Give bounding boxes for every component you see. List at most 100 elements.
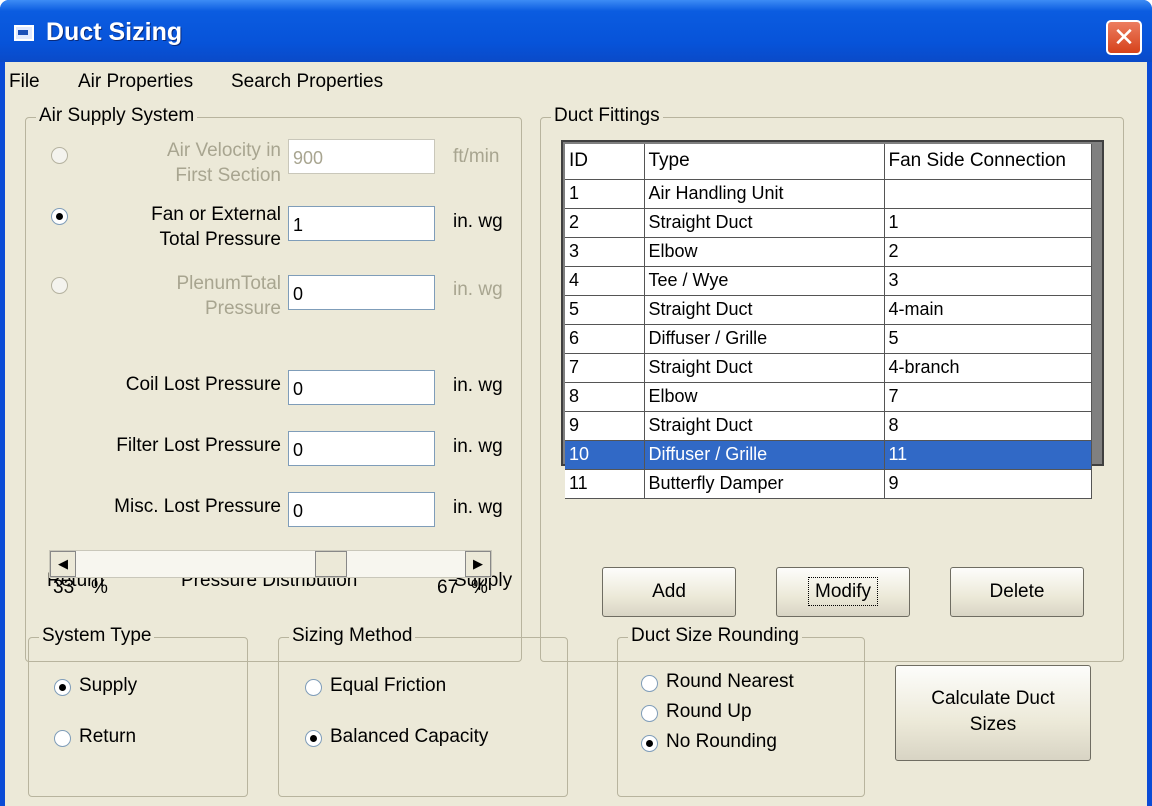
cell-fan-side-connection[interactable]: 5: [884, 324, 1092, 354]
return-radio-label[interactable]: Return: [79, 726, 136, 748]
filter-loss-input[interactable]: 0: [288, 431, 435, 466]
fan-pressure-unit: in. wg: [453, 211, 503, 232]
velocity-input[interactable]: 900: [288, 139, 435, 174]
plenum-pressure-input[interactable]: 0: [288, 275, 435, 310]
add-button[interactable]: Add: [602, 567, 736, 617]
cell-type[interactable]: Straight Duct: [644, 208, 885, 238]
column-header-fan-side-connection[interactable]: Fan Side Connection: [884, 144, 1092, 180]
coil-loss-input[interactable]: 0: [288, 370, 435, 405]
cell-id[interactable]: 8: [565, 382, 645, 412]
modify-button-label: Modify: [808, 577, 878, 606]
equal-friction-radio[interactable]: [305, 679, 322, 696]
calculate-duct-sizes-button[interactable]: Calculate Duct Sizes: [895, 665, 1091, 761]
cell-id[interactable]: 6: [565, 324, 645, 354]
cell-type[interactable]: Diffuser / Grille: [644, 324, 885, 354]
cell-type[interactable]: Elbow: [644, 382, 885, 412]
cell-type[interactable]: Butterfly Damper: [644, 469, 885, 499]
return-radio[interactable]: [54, 730, 71, 747]
cell-fan-side-connection[interactable]: 11: [884, 440, 1092, 470]
delete-button[interactable]: Delete: [950, 567, 1084, 617]
fittings-table: ID Type Fan Side Connection 1 Air Handlin…: [565, 144, 1092, 499]
balanced-capacity-label[interactable]: Balanced Capacity: [330, 726, 488, 748]
no-rounding-radio[interactable]: [641, 735, 658, 752]
cell-id[interactable]: 9: [565, 411, 645, 441]
cell-type[interactable]: Air Handling Unit: [644, 179, 885, 209]
cell-id[interactable]: 7: [565, 353, 645, 383]
table-row[interactable]: 6 Diffuser / Grille 5: [565, 324, 1092, 354]
slider-right-arrow-icon[interactable]: ▶: [465, 551, 491, 577]
supply-radio[interactable]: [54, 679, 71, 696]
balanced-capacity-radio[interactable]: [305, 730, 322, 747]
cell-id[interactable]: 2: [565, 208, 645, 238]
cell-id[interactable]: 10: [565, 440, 645, 470]
air-supply-legend: Air Supply System: [36, 105, 198, 127]
velocity-label-2: First Section: [175, 165, 281, 186]
window-title: Duct Sizing: [46, 18, 183, 46]
cell-fan-side-connection[interactable]: 3: [884, 266, 1092, 296]
return-percent-value: 33: [53, 577, 75, 598]
cell-type[interactable]: Tee / Wye: [644, 266, 885, 296]
table-row[interactable]: 10 Diffuser / Grille 11: [565, 440, 1092, 470]
cell-fan-side-connection[interactable]: 7: [884, 382, 1092, 412]
cell-type[interactable]: Straight Duct: [644, 411, 885, 441]
cell-fan-side-connection[interactable]: 4-branch: [884, 353, 1092, 383]
fan-pressure-label-2: Total Pressure: [159, 229, 281, 250]
fan-pressure-label-1: Fan or External: [151, 204, 281, 225]
cell-type[interactable]: Diffuser / Grille: [644, 440, 885, 470]
fittings-grid: ID Type Fan Side Connection 1 Air Handlin…: [561, 140, 1104, 499]
duct-size-rounding-group: Duct Size Rounding Round Nearest Round U…: [617, 625, 865, 797]
velocity-radio[interactable]: [51, 147, 68, 164]
table-row[interactable]: 8 Elbow 7: [565, 382, 1092, 412]
no-rounding-label[interactable]: No Rounding: [666, 731, 777, 753]
equal-friction-label[interactable]: Equal Friction: [330, 675, 446, 697]
misc-loss-input[interactable]: 0: [288, 492, 435, 527]
delete-button-label: Delete: [989, 581, 1045, 602]
table-row[interactable]: 11 Butterfly Damper 9: [565, 469, 1092, 499]
menu-air-properties[interactable]: Air Properties: [78, 71, 193, 93]
table-row[interactable]: 5 Straight Duct 4-main: [565, 295, 1092, 325]
table-row[interactable]: 2 Straight Duct 1: [565, 208, 1092, 238]
system-type-legend: System Type: [39, 625, 155, 647]
column-header-type[interactable]: Type: [644, 144, 885, 180]
supply-radio-label[interactable]: Supply: [79, 675, 137, 697]
table-row[interactable]: 3 Elbow 2: [565, 237, 1092, 267]
table-row[interactable]: 7 Straight Duct 4-branch: [565, 353, 1092, 383]
cell-type[interactable]: Straight Duct: [644, 353, 885, 383]
menu-file[interactable]: File: [9, 71, 40, 93]
main-window: Duct Sizing ✕ File Air Properties Search…: [0, 0, 1152, 806]
round-nearest-radio[interactable]: [641, 675, 658, 692]
cell-id[interactable]: 1: [565, 179, 645, 209]
cell-id[interactable]: 11: [565, 469, 645, 499]
modify-button[interactable]: Modify: [776, 567, 910, 617]
slider-thumb[interactable]: [315, 551, 348, 577]
cell-id[interactable]: 5: [565, 295, 645, 325]
fan-pressure-radio[interactable]: [51, 208, 68, 225]
pressure-distribution-slider[interactable]: ◀ ▶: [49, 550, 492, 578]
title-bar[interactable]: Duct Sizing ✕: [0, 0, 1152, 62]
cell-id[interactable]: 4: [565, 266, 645, 296]
cell-type[interactable]: Straight Duct: [644, 295, 885, 325]
cell-fan-side-connection[interactable]: 1: [884, 208, 1092, 238]
cell-fan-side-connection[interactable]: 9: [884, 469, 1092, 499]
menu-search-properties[interactable]: Search Properties: [231, 71, 383, 93]
table-row[interactable]: 9 Straight Duct 8: [565, 411, 1092, 441]
close-button[interactable]: ✕: [1106, 20, 1142, 55]
table-row[interactable]: 4 Tee / Wye 3: [565, 266, 1092, 296]
plenum-pressure-radio[interactable]: [51, 277, 68, 294]
round-nearest-label[interactable]: Round Nearest: [666, 671, 794, 693]
cell-fan-side-connection[interactable]: [884, 179, 1092, 209]
cell-fan-side-connection[interactable]: 8: [884, 411, 1092, 441]
round-up-label[interactable]: Round Up: [666, 701, 752, 723]
cell-fan-side-connection[interactable]: 4-main: [884, 295, 1092, 325]
cell-fan-side-connection[interactable]: 2: [884, 237, 1092, 267]
fan-pressure-input[interactable]: 1: [288, 206, 435, 241]
slider-left-arrow-icon[interactable]: ◀: [50, 551, 76, 577]
round-up-radio[interactable]: [641, 705, 658, 722]
cell-id[interactable]: 3: [565, 237, 645, 267]
cell-type[interactable]: Elbow: [644, 237, 885, 267]
return-percent-sign: %: [91, 577, 108, 598]
table-row[interactable]: 1 Air Handling Unit: [565, 179, 1092, 209]
calculate-button-line-1: Calculate Duct: [931, 688, 1055, 709]
menu-bar: File Air Properties Search Properties: [5, 62, 1147, 96]
column-header-id[interactable]: ID: [565, 144, 645, 180]
